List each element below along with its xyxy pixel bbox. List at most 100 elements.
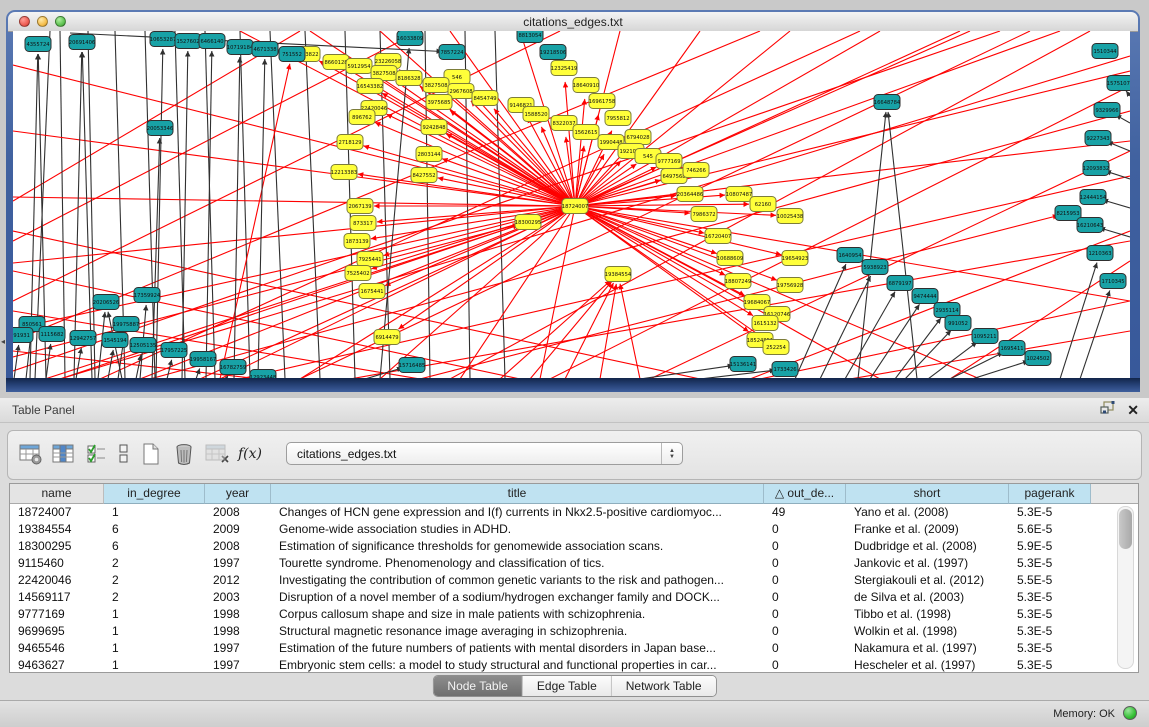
column-header-pagerank[interactable]: pagerank [1009, 484, 1091, 504]
graph-node[interactable]: 10653287 [150, 32, 176, 47]
network-canvas[interactable]: 1872400774638228660128591295423226058382… [13, 31, 1130, 378]
graph-node[interactable]: 7955812 [605, 111, 631, 126]
graph-node[interactable]: 1562615 [573, 125, 599, 140]
table-row[interactable]: 1872400712008Changes of HCN gene express… [10, 504, 1138, 521]
graph-node[interactable]: 16210643 [1077, 218, 1103, 233]
table-selector-dropdown[interactable]: citations_edges.txt ▲▼ [286, 442, 683, 465]
network-window-titlebar[interactable]: citations_edges.txt [8, 12, 1138, 32]
graph-node[interactable]: 7857224 [439, 45, 465, 60]
graph-node[interactable]: 7525402 [345, 266, 371, 281]
graph-node[interactable]: 18640910 [573, 78, 599, 93]
graph-node[interactable]: 16543382 [357, 79, 383, 94]
table-row[interactable]: 946554611997Estimation of the future num… [10, 640, 1138, 657]
tab-network-table[interactable]: Network Table [612, 676, 716, 696]
graph-node[interactable]: 391931 [13, 328, 33, 343]
graph-node[interactable]: 8660128 [323, 55, 349, 70]
table-mode-icon[interactable] [18, 440, 44, 468]
graph-node[interactable]: 8427552 [411, 168, 437, 183]
graph-node[interactable]: 8215953 [1055, 206, 1081, 221]
unselect-all-icon[interactable] [117, 440, 131, 468]
delete-icon[interactable] [171, 440, 197, 468]
graph-node[interactable]: 9227343 [1085, 131, 1111, 146]
scrollbar-thumb[interactable] [1119, 509, 1132, 549]
graph-node[interactable]: 20053346 [147, 121, 173, 136]
graph-node[interactable]: 2718129 [337, 135, 363, 150]
graph-node[interactable]: 6914479 [374, 330, 400, 345]
graph-node[interactable]: 873317 [350, 216, 376, 231]
table-row[interactable]: 2242004622012Investigating the contribut… [10, 572, 1138, 589]
graph-node[interactable]: 15136141 [730, 357, 756, 372]
graph-node[interactable]: 12213383 [331, 165, 357, 180]
column-header-out_de[interactable]: △ out_de... [764, 484, 846, 504]
graph-node[interactable]: 15716485 [399, 358, 425, 373]
graph-node[interactable]: 5912954 [346, 59, 372, 74]
graph-node[interactable]: 8186328 [396, 71, 422, 86]
graph-node[interactable]: 8454749 [472, 91, 498, 106]
graph-node[interactable]: 7986372 [691, 207, 717, 222]
table-row[interactable]: 1456911722003Disruption of a novel membe… [10, 589, 1138, 606]
graph-node[interactable]: 1210363 [1087, 246, 1113, 261]
graph-node[interactable]: 15751074 [1107, 76, 1130, 91]
graph-node[interactable]: 4355724 [25, 37, 51, 52]
panel-collapse-arrow[interactable]: ◂ [1, 338, 5, 346]
graph-node[interactable]: 1873139 [344, 234, 370, 249]
graph-node[interactable]: 896762 [349, 110, 375, 125]
graph-node[interactable]: 6879197 [887, 276, 913, 291]
graph-node[interactable]: 12093832 [1083, 161, 1109, 176]
graph-node[interactable]: 1710345 [1100, 274, 1126, 289]
graph-node[interactable]: 2067139 [347, 199, 373, 214]
graph-node[interactable]: 1588520 [523, 107, 549, 122]
graph-node[interactable]: 10025438 [777, 209, 803, 224]
table-row[interactable]: 969969511998Structural magnetic resonanc… [10, 623, 1138, 640]
graph-node[interactable]: 991052 [945, 316, 971, 331]
graph-node[interactable]: 12942757 [70, 331, 96, 346]
function-builder-icon[interactable]: f(x) [237, 440, 263, 468]
column-header-in_degree[interactable]: in_degree [104, 484, 205, 504]
graph-node[interactable]: 1695411 [999, 341, 1025, 356]
graph-node[interactable]: 9242848 [421, 120, 447, 135]
graph-node[interactable]: 1024502 [1025, 351, 1051, 366]
graph-node[interactable]: 7925441 [357, 252, 383, 267]
table-row[interactable]: 946362711997Embryonic stem cells: a mode… [10, 657, 1138, 673]
float-window-icon[interactable] [1100, 401, 1115, 419]
graph-node[interactable]: 10807487 [726, 187, 752, 202]
graph-node[interactable]: 20364486 [677, 187, 703, 202]
graph-node[interactable]: 2803144 [416, 147, 442, 162]
graph-node[interactable]: 16720407 [705, 229, 731, 244]
graph-node[interactable]: 18724007 [562, 199, 588, 214]
column-header-year[interactable]: year [205, 484, 271, 504]
graph-node[interactable]: 62160 [750, 197, 776, 212]
graph-node[interactable]: 20691406 [69, 35, 95, 50]
column-header-title[interactable]: title [271, 484, 764, 504]
column-header-short[interactable]: short [846, 484, 1009, 504]
select-all-icon[interactable] [84, 440, 110, 468]
delete-table-icon[interactable] [204, 440, 230, 468]
graph-node[interactable]: 1640954 [837, 248, 863, 263]
graph-node[interactable]: 4671338 [252, 42, 278, 57]
graph-node[interactable]: 3975685 [426, 95, 452, 110]
graph-node[interactable]: 12923448 [250, 370, 276, 379]
graph-node[interactable]: 19384554 [605, 267, 632, 282]
graph-node[interactable]: 19756928 [777, 278, 803, 293]
tab-node-table[interactable]: Node Table [433, 676, 523, 696]
graph-node[interactable]: 12325419 [551, 61, 577, 76]
graph-node[interactable]: 6466140 [199, 34, 225, 49]
graph-node[interactable]: 20206526 [93, 295, 119, 310]
graph-node[interactable]: 17957225 [161, 343, 187, 358]
graph-node[interactable]: 9474444 [912, 289, 938, 304]
graph-node[interactable]: 16648784 [874, 95, 901, 110]
graph-node[interactable]: 19958167 [190, 352, 216, 367]
graph-node[interactable]: 19975887 [113, 317, 139, 332]
graph-node[interactable]: 252254 [763, 340, 789, 355]
table-row[interactable]: 1938455462009Genome-wide association stu… [10, 521, 1138, 538]
new-file-icon[interactable] [138, 440, 164, 468]
graph-node[interactable]: 751552 [279, 47, 305, 62]
graph-node[interactable]: 16033809 [397, 31, 423, 46]
graph-node[interactable]: 1527602 [175, 34, 201, 49]
graph-node[interactable]: 5938923 [862, 260, 888, 275]
table-row[interactable]: 911546021997Tourette syndrome. Phenomeno… [10, 555, 1138, 572]
table-row[interactable]: 977716911998Corpus callosum shape and si… [10, 606, 1138, 623]
graph-node[interactable]: 1615132 [752, 316, 778, 331]
tab-edge-table[interactable]: Edge Table [523, 676, 612, 696]
graph-node[interactable]: 19218506 [540, 45, 566, 60]
